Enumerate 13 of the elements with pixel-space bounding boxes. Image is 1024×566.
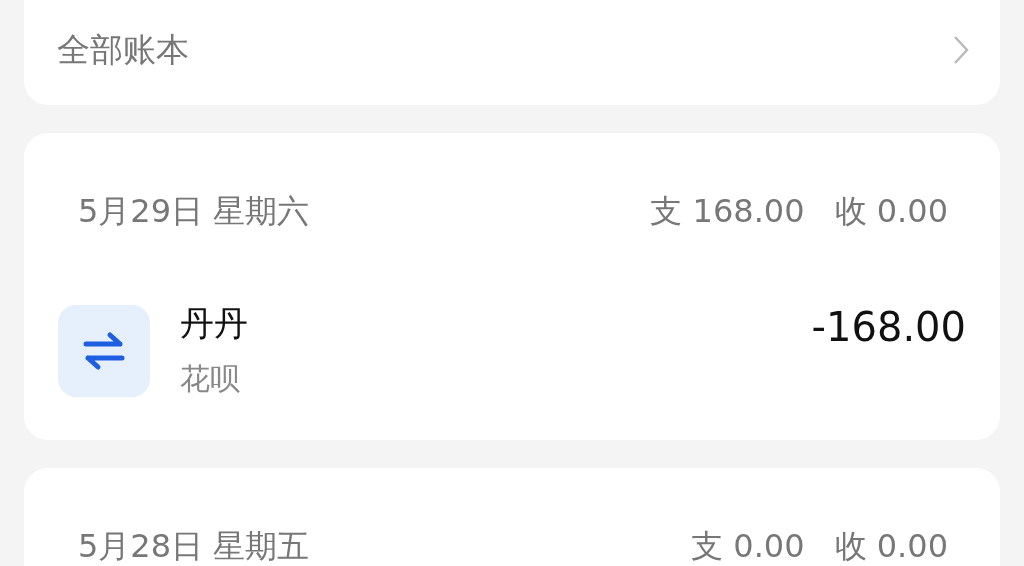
day-expense: 支 0.00 bbox=[691, 526, 805, 566]
transfer-icon bbox=[82, 329, 126, 373]
transaction-amount: -168.00 bbox=[811, 305, 966, 349]
day-income: 收 0.00 bbox=[834, 526, 948, 566]
day-expense: 支 168.00 bbox=[650, 191, 805, 231]
transaction-account: 花呗 bbox=[180, 360, 241, 398]
day-income: 收 0.00 bbox=[834, 191, 948, 231]
chevron-icon bbox=[952, 34, 970, 66]
day-date: 5月29日 星期六 bbox=[78, 191, 310, 231]
day-date: 5月28日 星期五 bbox=[78, 526, 310, 566]
link-label: 全部账本 bbox=[57, 30, 189, 70]
transaction-name: 丹丹 bbox=[180, 303, 248, 343]
account-book-link[interactable]: 全部账本 bbox=[24, 0, 1000, 105]
